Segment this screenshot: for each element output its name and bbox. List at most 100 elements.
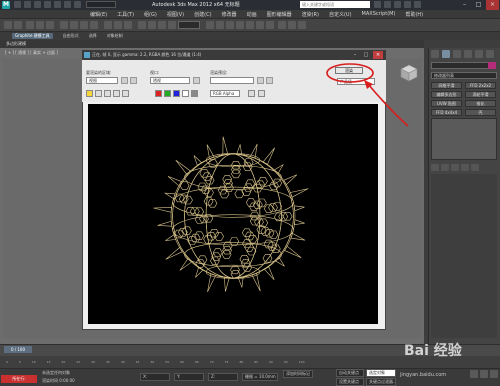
render-setup-window-icon[interactable]	[257, 77, 264, 84]
show-end-result-icon[interactable]	[441, 164, 449, 171]
menu-help[interactable]: 帮助(H)	[405, 11, 423, 18]
tab-freeform[interactable]: 自由形式	[63, 33, 79, 39]
viewport-label[interactable]: [ + ] [ 透视 ] [ 真实 + 边面 ]	[5, 50, 58, 56]
object-color-swatch[interactable]	[488, 62, 496, 69]
set-key-button[interactable]: 设置关键点	[336, 378, 364, 386]
modifier-list-dropdown[interactable]: 修改器列表	[431, 72, 497, 79]
modifier-button[interactable]: UVW 贴图	[431, 100, 462, 107]
communication-icon[interactable]	[394, 1, 401, 8]
menu-customize[interactable]: 自定义(U)	[329, 11, 352, 18]
subscription-icon[interactable]	[384, 1, 391, 8]
configure-sets-icon[interactable]	[471, 164, 479, 171]
render-maximize-icon[interactable]: □	[361, 51, 371, 59]
selection-filter-dropdown[interactable]	[178, 21, 200, 29]
bind-spacewarp-icon[interactable]	[46, 21, 54, 29]
rendered-frame-icon[interactable]	[288, 21, 296, 29]
zoom-all-icon[interactable]	[480, 370, 488, 378]
time-slider[interactable]: 0 / 100	[4, 346, 32, 353]
select-icon[interactable]	[60, 21, 68, 29]
move-icon[interactable]	[104, 21, 112, 29]
hold-icon[interactable]	[64, 1, 71, 8]
save-icon[interactable]	[34, 1, 41, 8]
lock-viewport-icon[interactable]	[193, 77, 200, 84]
viewcube-icon[interactable]	[396, 60, 420, 84]
region-select-icon[interactable]	[80, 21, 88, 29]
favorites-icon[interactable]	[404, 1, 411, 8]
alpha-channel-icon[interactable]	[182, 90, 189, 97]
render-close-icon[interactable]: ×	[373, 51, 383, 59]
menu-tools[interactable]: 工具(T)	[117, 11, 134, 18]
scale-icon[interactable]	[124, 21, 132, 29]
undo-tool-icon[interactable]	[4, 21, 12, 29]
search-input[interactable]: 键入关键字或短语	[300, 1, 370, 8]
modifier-button[interactable]: 网格平滑	[431, 82, 462, 89]
edit-region-icon[interactable]	[121, 77, 128, 84]
workspace-dropdown[interactable]	[86, 1, 116, 8]
tab-object-paint[interactable]: 对象绘制	[107, 33, 123, 39]
new-icon[interactable]	[14, 1, 21, 8]
auto-key-button[interactable]: 自动关键点	[336, 369, 364, 377]
close-icon[interactable]: ×	[486, 0, 499, 10]
display-tab-icon[interactable]	[475, 50, 483, 58]
key-filters-button[interactable]: 关键点过滤器...	[366, 378, 396, 386]
menu-animation[interactable]: 动画	[247, 11, 257, 18]
production-dropdown[interactable]: 产品级	[337, 78, 375, 85]
monochrome-icon[interactable]	[191, 90, 198, 97]
green-channel-icon[interactable]	[164, 90, 171, 97]
menu-modifiers[interactable]: 修改器	[222, 11, 237, 18]
create-tab-icon[interactable]	[431, 50, 439, 58]
motion-tab-icon[interactable]	[464, 50, 472, 58]
save-image-icon[interactable]	[86, 90, 93, 97]
environment-icon[interactable]	[266, 77, 273, 84]
clone-frame-icon[interactable]	[104, 90, 111, 97]
app-logo[interactable]: M	[2, 1, 10, 9]
toggle-ui-icon[interactable]	[258, 90, 265, 97]
render-setup-icon[interactable]	[278, 21, 286, 29]
area-to-render-dropdown[interactable]: 视图	[86, 77, 118, 84]
x-coordinate-field[interactable]: X:	[140, 373, 170, 381]
modifier-button[interactable]: FFD 2x2x2	[465, 82, 496, 89]
help-icon[interactable]	[414, 1, 421, 8]
menu-maxscript[interactable]: MAXScript(M)	[362, 11, 396, 18]
menu-create[interactable]: 创建(C)	[194, 11, 211, 18]
tab-graphite[interactable]: Graphite 建模工具	[12, 33, 53, 39]
viewport-dropdown[interactable]: 透视	[150, 77, 190, 84]
window-crossing-icon[interactable]	[90, 21, 98, 29]
y-coordinate-field[interactable]: Y:	[174, 373, 204, 381]
copy-image-icon[interactable]	[95, 90, 102, 97]
maxscript-listener[interactable]: 所在行:	[1, 375, 37, 383]
tab-selection[interactable]: 选择	[89, 33, 97, 39]
select-by-name-icon[interactable]	[70, 21, 78, 29]
zoom-icon[interactable]	[470, 370, 478, 378]
make-unique-icon[interactable]	[451, 164, 459, 171]
search-icon[interactable]	[374, 1, 381, 8]
render-minimize-icon[interactable]: –	[350, 51, 360, 59]
menu-rendering[interactable]: 渲染(R)	[302, 11, 319, 18]
toggle-ui-overlay-icon[interactable]	[248, 90, 255, 97]
red-channel-icon[interactable]	[155, 90, 162, 97]
render-button[interactable]: 渲染	[335, 67, 363, 74]
print-image-icon[interactable]	[113, 90, 120, 97]
render-preset-dropdown[interactable]	[210, 77, 254, 84]
maximize-icon[interactable]: □	[472, 0, 485, 10]
add-time-tag[interactable]: 添加时间标记	[283, 370, 313, 378]
menu-group[interactable]: 组(G)	[144, 11, 157, 18]
rotate-icon[interactable]	[114, 21, 122, 29]
key-mode-dropdown[interactable]: 选定对象	[366, 369, 396, 377]
redo-icon[interactable]	[54, 1, 61, 8]
clear-icon[interactable]	[122, 90, 129, 97]
utilities-tab-icon[interactable]	[486, 50, 494, 58]
modify-tab-icon[interactable]	[442, 50, 450, 58]
mirror-icon[interactable]	[206, 21, 214, 29]
percent-snap-icon[interactable]	[168, 21, 176, 29]
menu-graph-editors[interactable]: 图形编辑器	[267, 11, 292, 18]
menu-edit[interactable]: 编辑(E)	[90, 11, 107, 18]
modifier-button[interactable]: 壳	[465, 109, 496, 116]
render-teapot-icon[interactable]	[298, 21, 306, 29]
modifier-button[interactable]: 涡轮平滑	[465, 91, 496, 98]
schematic-icon[interactable]	[256, 21, 264, 29]
z-coordinate-field[interactable]: Z:	[208, 373, 238, 381]
modifier-stack[interactable]	[431, 118, 497, 160]
angle-snap-icon[interactable]	[158, 21, 166, 29]
open-icon[interactable]	[24, 1, 31, 8]
